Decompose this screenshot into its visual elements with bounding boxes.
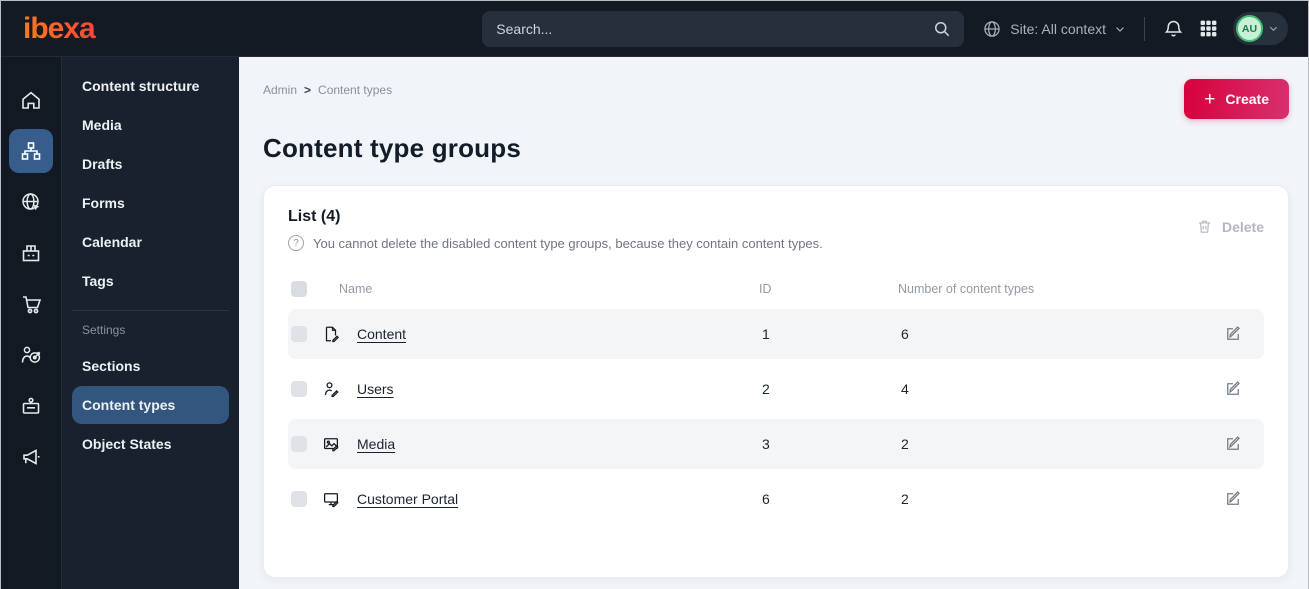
user-menu[interactable]: AU <box>1233 12 1288 45</box>
site-context-selector[interactable]: Site: All context <box>982 19 1126 39</box>
table-row: Customer Portal 6 2 <box>288 474 1264 524</box>
row-checkbox[interactable] <box>291 326 307 342</box>
content-file-icon <box>322 325 354 343</box>
row-checkbox[interactable] <box>291 436 307 452</box>
edit-icon[interactable] <box>1224 490 1264 508</box>
rail-campaign-megaphone-icon[interactable] <box>9 435 53 479</box>
column-header-id: ID <box>759 282 772 296</box>
group-link-media[interactable]: Media <box>357 436 395 452</box>
breadcrumb: Admin > Content types <box>263 79 392 97</box>
group-link-content[interactable]: Content <box>357 326 406 342</box>
group-id: 3 <box>762 436 770 452</box>
help-icon: ? <box>288 235 304 251</box>
trash-icon <box>1196 218 1213 235</box>
rail-site-icon[interactable] <box>9 180 53 224</box>
sidebar-item-content-structure[interactable]: Content structure <box>72 67 229 105</box>
sidebar-item-forms[interactable]: Forms <box>72 184 229 222</box>
table-row: Content 1 6 <box>288 309 1264 359</box>
sidebar-item-tags[interactable]: Tags <box>72 262 229 300</box>
chevron-down-icon <box>1268 23 1279 34</box>
column-header-count: Number of content types <box>898 282 1035 296</box>
main-content: Admin > Content types + Create Content typ… <box>239 57 1308 589</box>
list-title: List (4) <box>288 208 341 225</box>
sidebar-menu: Content structure Media Drafts Forms Cal… <box>61 57 239 589</box>
edit-icon[interactable] <box>1224 435 1264 453</box>
table-header: Name ID Number of content types <box>288 275 1264 309</box>
topbar: ibexa Site: All context <box>1 1 1308 57</box>
table-row: Media 3 2 <box>288 419 1264 469</box>
rail-products-icon[interactable] <box>9 231 53 275</box>
breadcrumb-admin[interactable]: Admin <box>263 83 297 97</box>
rail-publish-board-icon[interactable] <box>9 384 53 428</box>
table-row: Users 2 4 <box>288 364 1264 414</box>
delete-button-label: Delete <box>1221 218 1264 235</box>
group-link: Media <box>354 436 759 452</box>
topbar-divider <box>1144 16 1145 41</box>
sidebar-item-object-states[interactable]: Object States <box>72 425 229 463</box>
users-icon <box>322 380 354 398</box>
edit-icon[interactable] <box>1224 380 1264 398</box>
group-count: 6 <box>901 326 909 342</box>
group-link: Users <box>354 381 759 397</box>
breadcrumb-separator: > <box>304 83 312 97</box>
group-id: 2 <box>762 381 770 397</box>
monitor-icon <box>322 490 354 508</box>
row-checkbox[interactable] <box>291 381 307 397</box>
group-link: Customer Portal <box>354 491 759 507</box>
group-id: 1 <box>762 326 770 342</box>
select-all-checkbox[interactable] <box>291 281 307 297</box>
menu-divider <box>72 310 229 311</box>
globe-icon <box>982 19 1002 39</box>
sidebar-item-sections[interactable]: Sections <box>72 347 229 385</box>
create-button[interactable]: + Create <box>1184 79 1289 119</box>
list-info-text: You cannot delete the disabled content t… <box>313 235 823 251</box>
row-checkbox[interactable] <box>291 491 307 507</box>
sidebar-item-content-types[interactable]: Content types <box>72 386 229 424</box>
column-header-name: Name <box>339 282 373 296</box>
group-id: 6 <box>762 491 770 507</box>
settings-section-label: Settings <box>82 323 126 337</box>
delete-button[interactable]: Delete <box>1196 208 1264 235</box>
site-context-label: Site: All context <box>1010 20 1106 37</box>
search-input[interactable] <box>496 20 933 37</box>
sidebar-item-media[interactable]: Media <box>72 106 229 144</box>
rail-personalization-icon[interactable] <box>9 333 53 377</box>
sidebar-item-calendar[interactable]: Calendar <box>72 223 229 261</box>
group-count: 2 <box>901 436 909 452</box>
group-link-users[interactable]: Users <box>357 381 394 397</box>
group-count: 4 <box>901 381 909 397</box>
breadcrumb-content-types: Content types <box>318 83 393 97</box>
search-icon[interactable] <box>932 19 952 39</box>
sidebar-item-drafts[interactable]: Drafts <box>72 145 229 183</box>
notifications-bell-icon[interactable] <box>1163 18 1184 39</box>
chevron-down-icon <box>1114 23 1126 35</box>
rail-home-icon[interactable] <box>9 78 53 122</box>
rail-cart-icon[interactable] <box>9 282 53 326</box>
plus-icon: + <box>1204 88 1216 110</box>
media-image-icon <box>322 435 354 453</box>
edit-icon[interactable] <box>1224 325 1264 343</box>
group-count: 2 <box>901 491 909 507</box>
group-link: Content <box>354 326 759 342</box>
global-search[interactable] <box>482 10 965 47</box>
avatar: AU <box>1236 15 1263 42</box>
rail-content-structure-icon[interactable] <box>9 129 53 173</box>
app-grid-icon[interactable] <box>1198 18 1219 39</box>
create-button-label: Create <box>1225 91 1269 107</box>
group-link-customer-portal[interactable]: Customer Portal <box>357 491 458 507</box>
icon-rail <box>1 57 61 589</box>
page-title: Content type groups <box>263 133 522 163</box>
content-type-groups-card: List (4) ? You cannot delete the disable… <box>263 185 1289 578</box>
content-type-groups-table: Name ID Number of content types Content … <box>288 275 1264 524</box>
ibexa-logo[interactable]: ibexa <box>23 13 241 44</box>
